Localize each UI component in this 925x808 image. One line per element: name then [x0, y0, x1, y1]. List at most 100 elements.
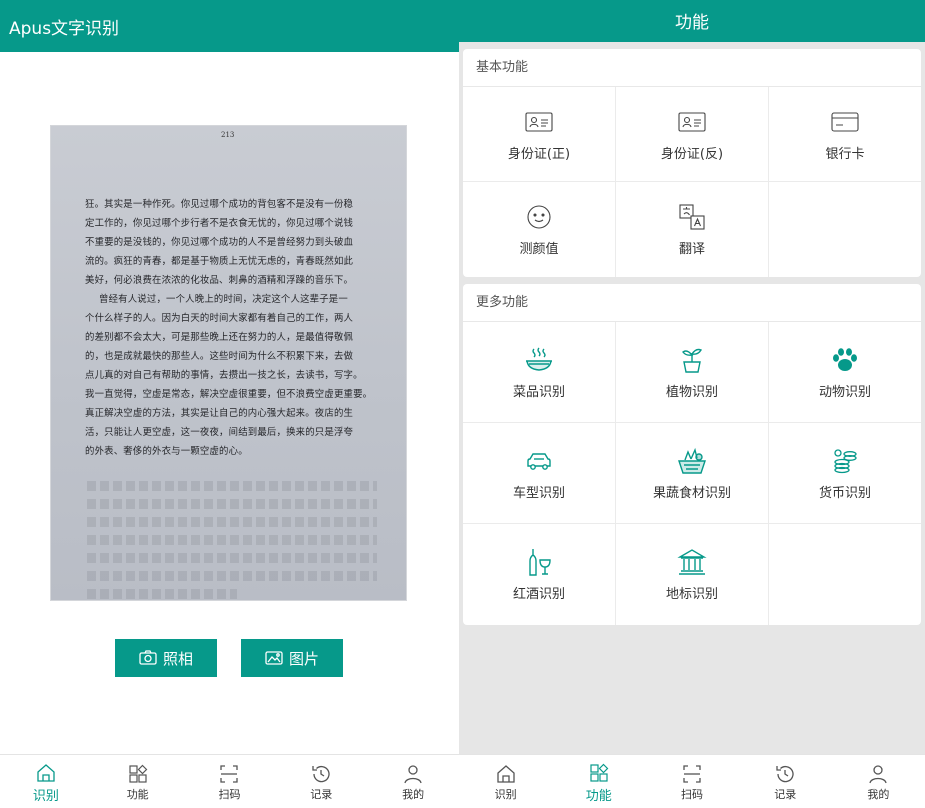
car-recognition-item[interactable]: 车型识别: [463, 423, 616, 524]
show-through-line: [87, 481, 377, 491]
wine-icon: [529, 549, 551, 576]
recognition-screen: Apus文字识别 213 狂。其实是一种作死。你见过哪个成功的背包客不是没有一份…: [0, 0, 459, 808]
show-through-line: [87, 553, 377, 563]
top-bar: Apus文字识别: [0, 0, 459, 52]
animal-recognition-item[interactable]: 动物识别: [769, 322, 921, 423]
document-text-line: 活，只能让人更空虚，这一夜夜，间结到最后，换来的只是浮夸: [85, 427, 354, 438]
tab-label: 我的: [867, 788, 890, 801]
currency-recognition-item[interactable]: 货币识别: [769, 423, 921, 524]
plant-icon: [682, 348, 703, 373]
camera-button[interactable]: 照相: [115, 639, 217, 677]
document-text-line: 点儿真的对自己有帮助的事情，去攒出一技之长，去读书，写字。: [85, 370, 363, 381]
history-icon: [776, 765, 794, 783]
plant-recognition-item[interactable]: 植物识别: [616, 322, 769, 423]
tab-history[interactable]: 记录: [275, 755, 367, 808]
coins-icon: [834, 448, 857, 473]
grid-icon: [590, 763, 609, 782]
more-functions-card: 更多功能 菜品识别 植物识别 动物识别 车型识别 果蔬食材识别 货币识别 红酒识…: [463, 284, 921, 625]
document-text-line: 的外表、奢侈的外衣与一颗空虚的心。: [85, 446, 248, 457]
id-card-back-item[interactable]: 身份证(反): [616, 87, 769, 182]
page-number: 213: [221, 131, 235, 139]
basic-functions-card: 基本功能 身份证(正) 身份证(反) 银行卡 测颜值 翻译: [463, 49, 921, 277]
tab-label: 记录: [774, 788, 797, 801]
picture-icon: [265, 651, 283, 665]
tab-label: 我的: [402, 788, 425, 801]
tab-recognize[interactable]: 识别: [459, 755, 552, 808]
grid-icon: [129, 764, 148, 783]
document-text-line: 定工作的，你见过哪个步行者不是衣食无忧的，你见过哪个说钱: [85, 218, 354, 229]
scan-icon: [683, 765, 701, 783]
tab-label: 识别: [494, 788, 517, 801]
camera-button-label: 照相: [162, 649, 193, 668]
section-title: 基本功能: [463, 49, 921, 87]
bottom-tab-bar: 识别 功能 扫码 记录 我的: [0, 754, 459, 808]
tab-functions[interactable]: 功能: [552, 755, 645, 808]
vegetable-basket-icon: [678, 447, 706, 474]
empty-cell: [769, 524, 921, 625]
translate-item[interactable]: 翻译: [616, 182, 769, 277]
show-through-line: [87, 571, 377, 581]
document-text-line: 美好，何必浪费在浓浓的化妆品、刺鼻的酒精和浮躁的音乐下。: [85, 275, 354, 286]
page-title: 功能: [675, 13, 709, 33]
document-text-line: 狂。其实是一种作死。你见过哪个成功的背包客不是没有一份稳: [85, 199, 354, 210]
more-functions-grid: 菜品识别 植物识别 动物识别 车型识别 果蔬食材识别 货币识别 红酒识别 地标识…: [463, 322, 921, 625]
translate-icon: [679, 204, 705, 230]
vegetable-recognition-item[interactable]: 果蔬食材识别: [616, 423, 769, 524]
dish-icon: [526, 347, 552, 371]
tab-recognize[interactable]: 识别: [0, 755, 92, 808]
home-icon: [37, 763, 55, 782]
top-bar: 功能: [459, 0, 925, 42]
show-through-line: [87, 517, 377, 527]
app-title: Apus文字识别: [9, 19, 120, 39]
camera-icon: [139, 650, 157, 665]
show-through-line: [87, 535, 377, 545]
picture-button-label: 图片: [288, 649, 319, 668]
tab-profile[interactable]: 我的: [832, 755, 925, 808]
scan-icon: [220, 765, 239, 783]
bottom-tab-bar: 识别 功能 扫码 记录 我的: [459, 754, 925, 808]
face-icon: [527, 205, 551, 229]
show-through-line: [87, 499, 377, 509]
basic-functions-grid: 身份证(正) 身份证(反) 银行卡 测颜值 翻译: [463, 87, 921, 277]
home-icon: [496, 765, 515, 783]
face-score-item[interactable]: 测颜值: [463, 182, 616, 277]
history-icon: [312, 765, 330, 783]
id-card-front-icon: [525, 111, 553, 132]
document-text-line: 我一直觉得，空虚是常态，解决空虚很重要，但不浪费空虚更重要。: [85, 389, 373, 400]
document-text-line: 的差别都不会太大，可是那些晚上还在努力的人，是最值得敬佩: [85, 332, 354, 343]
document-text-line: 流的。疯狂的青春，都是基于物质上无忧无虑的，青春既然如此: [85, 256, 354, 267]
document-photo: 213 狂。其实是一种作死。你见过哪个成功的背包客不是没有一份稳 定工作的，你见过…: [50, 125, 407, 601]
bank-card-icon: [831, 111, 859, 132]
landmark-icon: [677, 549, 707, 575]
tab-label: 扫码: [681, 788, 703, 801]
document-text-line: 不重要的是没钱的，你见过哪个成功的人不是曾经努力到头破血: [85, 237, 354, 248]
document-text-line: 的，也是成就最快的那些人。这些时间为什么不积累下来，去做: [85, 351, 354, 362]
wine-recognition-item[interactable]: 红酒识别: [463, 524, 616, 625]
section-title: 更多功能: [463, 284, 921, 322]
paw-icon: [833, 347, 857, 371]
tab-label: 功能: [126, 788, 149, 801]
car-icon: [527, 452, 551, 470]
picture-button[interactable]: 图片: [241, 639, 343, 677]
document-text-line: 真正解决空虚的方法，其实是让自己的内心强大起来。夜店的生: [85, 408, 354, 419]
user-icon: [404, 765, 422, 784]
id-card-front-item[interactable]: 身份证(正): [463, 87, 616, 182]
tab-label: 识别: [32, 788, 59, 804]
functions-screen: 功能 基本功能 身份证(正) 身份证(反) 银行卡 测颜值 翻译 更多功能 菜品…: [459, 0, 925, 808]
landmark-recognition-item[interactable]: 地标识别: [616, 524, 769, 625]
dish-recognition-item[interactable]: 菜品识别: [463, 322, 616, 423]
document-text-line: 曾经有人说过，一个人晚上的时间，决定这个人这辈子是一: [99, 294, 348, 305]
bank-card-item[interactable]: 银行卡: [769, 87, 921, 182]
tab-scan[interactable]: 扫码: [184, 755, 276, 808]
tab-label: 扫码: [218, 788, 241, 801]
tab-profile[interactable]: 我的: [367, 755, 459, 808]
document-text-line: 个什么样子的人。因为白天的时间大家都有着自己的工作，两人: [85, 313, 354, 324]
tab-label: 记录: [310, 788, 333, 801]
tab-functions[interactable]: 功能: [92, 755, 184, 808]
tab-history[interactable]: 记录: [739, 755, 832, 808]
tab-label: 功能: [585, 788, 612, 804]
tab-scan[interactable]: 扫码: [645, 755, 738, 808]
empty-cell: [769, 182, 921, 277]
show-through-line: [87, 589, 237, 599]
id-card-back-icon: [678, 111, 706, 132]
